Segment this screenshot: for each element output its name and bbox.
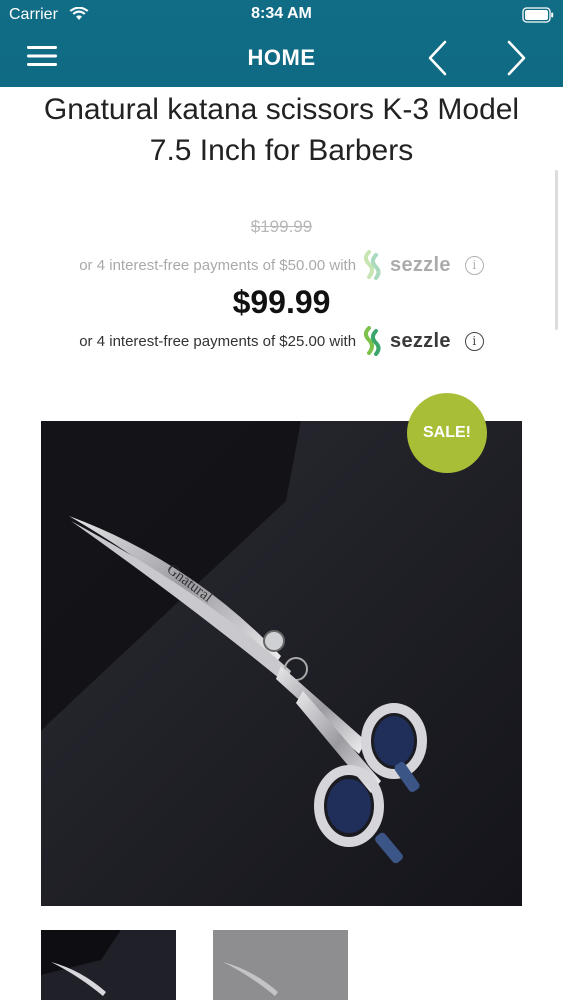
top-bar: Carrier 8:34 AM HOME (0, 0, 563, 87)
nav-title: HOME (247, 45, 316, 70)
old-price: $199.99 (250, 217, 313, 236)
sezzle-wordmark: sezzle (390, 329, 451, 352)
sezzle-installment: or 4 interest-free payments of $25.00 wi… (0, 326, 563, 356)
info-icon[interactable]: i (464, 255, 484, 275)
clock: 8:34 AM (251, 5, 312, 22)
sezzle-installment-old: or 4 interest-free payments of $50.00 wi… (0, 250, 563, 280)
sezzle-logo[interactable]: sezzle (360, 250, 451, 280)
sale-price: $99.99 (232, 284, 331, 320)
sezzle-installment-text: or 4 interest-free payments of $50.00 wi… (79, 256, 357, 274)
thumbnail-image (41, 930, 176, 1000)
info-icon[interactable]: i (464, 331, 484, 351)
battery-icon (522, 7, 554, 23)
sezzle-leaf-icon (364, 326, 381, 356)
product-image[interactable]: Gnatural (41, 421, 522, 906)
chevron-left-icon[interactable] (425, 39, 451, 77)
status-bar: Carrier 8:34 AM (0, 0, 563, 30)
product-title: Gnatural katana scissors K-3 Model 7.5 I… (43, 93, 520, 167)
sale-badge: SALE! (407, 393, 487, 473)
scissors-photo: Gnatural (41, 421, 522, 906)
product-thumbnail-2[interactable] (213, 930, 348, 1000)
navigation-bar: HOME (0, 30, 563, 87)
sezzle-leaf-icon (364, 250, 381, 280)
product-thumbnail-1[interactable] (41, 930, 176, 1000)
sezzle-installment-text: or 4 interest-free payments of $25.00 wi… (79, 332, 357, 350)
thumbnail-image (213, 930, 348, 1000)
sezzle-logo[interactable]: sezzle (360, 326, 451, 356)
sezzle-wordmark: sezzle (390, 253, 451, 276)
chevron-right-icon[interactable] (503, 39, 529, 77)
